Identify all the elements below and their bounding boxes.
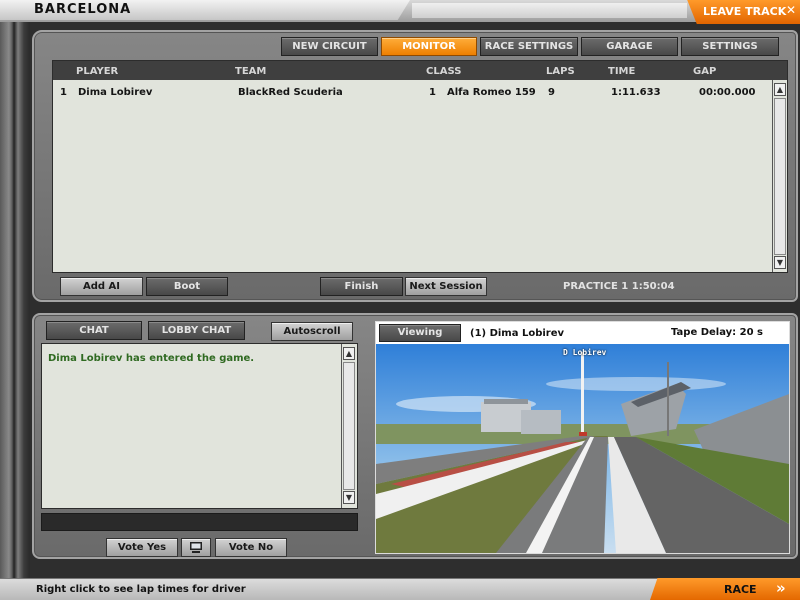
tab-new-circuit[interactable]: NEW CIRCUIT — [281, 37, 378, 56]
leave-track-label: LEAVE TRACK — [703, 5, 787, 18]
column-header-laps[interactable]: LAPS — [546, 66, 575, 77]
chat-log: Dima Lobirev has entered the game. ▲ ▼ — [41, 343, 358, 509]
vote-status-button[interactable] — [181, 538, 211, 557]
laps-cell: 9 — [548, 87, 555, 98]
title-bar-strip — [412, 3, 687, 18]
column-header-class[interactable]: CLASS — [426, 66, 461, 77]
status-hint: Right click to see lap times for driver — [36, 584, 246, 595]
column-header-gap[interactable]: GAP — [693, 66, 716, 77]
add-ai-button[interactable]: Add AI — [60, 277, 143, 296]
standings-table: PLAYER TEAM CLASS LAPS TIME GAP 1 Dima L… — [52, 60, 788, 273]
race-button[interactable]: RACE » — [650, 578, 800, 600]
standings-list: 1 Dima Lobirev BlackRed Scuderia 1 Alfa … — [53, 80, 772, 272]
race-label: RACE — [724, 583, 757, 596]
standings-header: PLAYER TEAM CLASS LAPS TIME GAP — [53, 61, 787, 80]
scroll-down-icon[interactable]: ▼ — [343, 491, 355, 504]
track-name-tab: BARCELONA — [0, 0, 410, 20]
vote-yes-button[interactable]: Vote Yes — [106, 538, 178, 557]
tab-race-settings[interactable]: RACE SETTINGS — [480, 37, 578, 56]
session-status: PRACTICE 1 1:50:04 — [563, 281, 675, 292]
class-name-cell: Alfa Romeo 159 — [447, 87, 536, 98]
column-header-player[interactable]: PLAYER — [76, 66, 118, 77]
time-cell: 1:11.633 — [611, 87, 661, 98]
tab-garage[interactable]: GARAGE — [581, 37, 678, 56]
title-bar: BARCELONA LEAVE TRACK ✕ — [0, 0, 800, 24]
scroll-track[interactable] — [774, 98, 786, 255]
table-row[interactable]: 1 Dima Lobirev BlackRed Scuderia 1 Alfa … — [53, 82, 772, 100]
position-cell: 1 — [60, 87, 67, 98]
gap-cell: 00:00.000 — [699, 87, 756, 98]
left-frame-rail — [0, 22, 30, 578]
tab-lobby-chat[interactable]: LOBBY CHAT — [148, 321, 245, 340]
tab-chat[interactable]: CHAT — [46, 321, 142, 340]
column-header-time[interactable]: TIME — [608, 66, 635, 77]
car-tag-label: D Lobirev — [563, 348, 607, 357]
team-cell: BlackRed Scuderia — [238, 87, 343, 98]
player-cell: Dima Lobirev — [78, 87, 153, 98]
computer-monitor-icon — [190, 542, 202, 553]
chat-scrollbar[interactable]: ▲ ▼ — [341, 344, 357, 508]
standings-scrollbar[interactable]: ▲ ▼ — [772, 80, 787, 272]
track-camera-image[interactable] — [376, 344, 789, 553]
scroll-track[interactable] — [343, 362, 355, 490]
autoscroll-toggle[interactable]: Autoscroll — [271, 322, 353, 341]
next-session-button[interactable]: Next Session — [405, 277, 487, 296]
scroll-down-icon[interactable]: ▼ — [774, 256, 786, 269]
leave-track-button[interactable]: LEAVE TRACK ✕ — [687, 0, 800, 24]
tab-settings[interactable]: SETTINGS — [681, 37, 779, 56]
double-chevron-right-icon: » — [776, 579, 786, 597]
scroll-up-icon[interactable]: ▲ — [343, 347, 355, 360]
camera-view: Viewing (1) Dima Lobirev Tape Delay: 20 … — [375, 321, 790, 554]
boot-button[interactable]: Boot — [146, 277, 228, 296]
close-x-icon: ✕ — [786, 3, 797, 17]
finish-button[interactable]: Finish — [320, 277, 403, 296]
tab-monitor[interactable]: MONITOR — [381, 37, 477, 56]
scroll-up-icon[interactable]: ▲ — [774, 83, 786, 96]
track-name: BARCELONA — [34, 2, 132, 17]
viewing-button[interactable]: Viewing — [379, 324, 461, 342]
viewing-driver-label: (1) Dima Lobirev — [470, 328, 565, 339]
chat-message: Dima Lobirev has entered the game. — [48, 353, 255, 364]
class-position-cell: 1 — [429, 87, 436, 98]
column-header-team[interactable]: TEAM — [235, 66, 266, 77]
camera-header: Viewing (1) Dima Lobirev Tape Delay: 20 … — [376, 322, 789, 344]
vote-no-button[interactable]: Vote No — [215, 538, 287, 557]
chat-input[interactable] — [41, 513, 358, 531]
tape-delay-label: Tape Delay: 20 s — [671, 327, 764, 338]
